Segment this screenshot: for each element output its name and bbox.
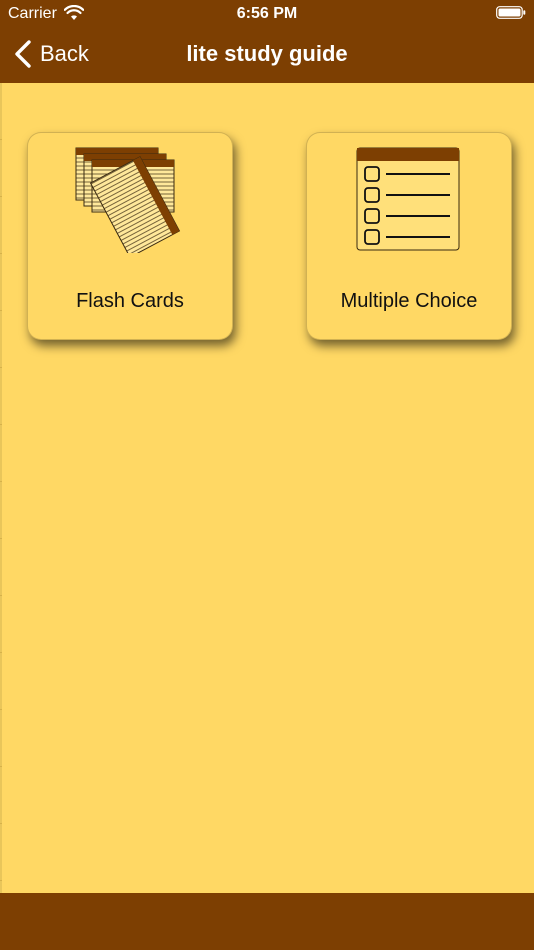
flash-cards-button[interactable]: Flash Cards	[27, 132, 233, 340]
status-time: 6:56 PM	[236, 5, 298, 22]
multiple-choice-label: Multiple Choice	[340, 290, 478, 312]
bottom-bar	[0, 893, 534, 950]
navigation-bar: Back lite study guide	[0, 28, 534, 83]
multiple-choice-button[interactable]: Multiple Choice	[306, 132, 512, 340]
page-title: lite study guide	[186, 41, 348, 66]
flash-cards-icon	[75, 147, 181, 253]
multiple-choice-icon	[356, 147, 460, 251]
battery-icon	[496, 6, 526, 19]
status-bar: Carrier 6:56 PM	[0, 0, 534, 28]
left-edge-divider	[0, 83, 2, 893]
flash-cards-label: Flash Cards	[76, 290, 184, 312]
